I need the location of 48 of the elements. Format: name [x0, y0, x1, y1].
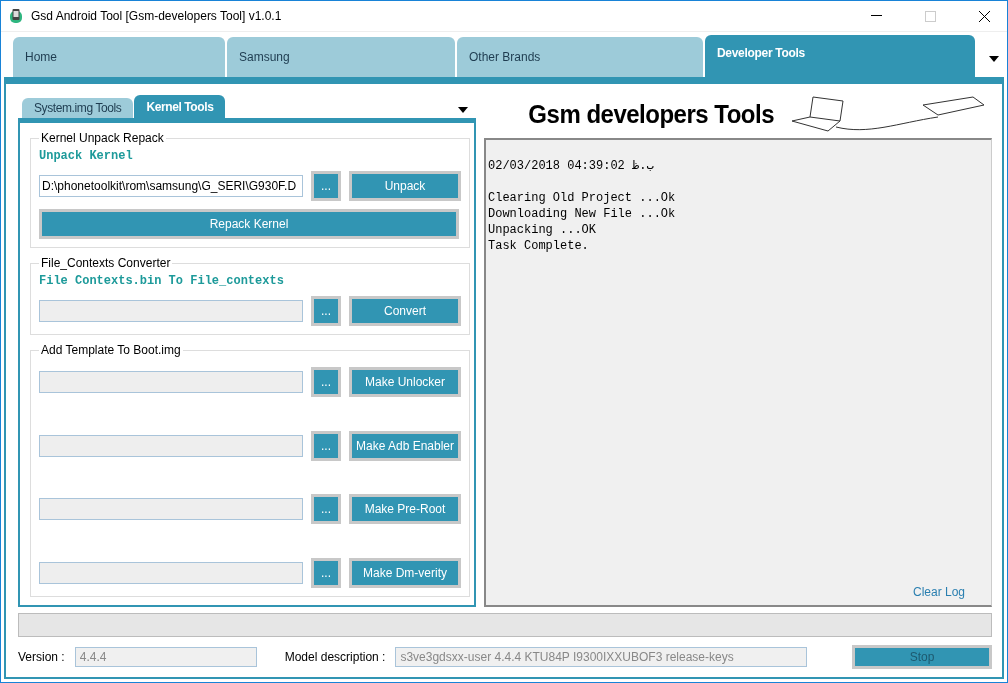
window-title: Gsd Android Tool [Gsm-developers Tool] v1.0.1	[31, 9, 283, 23]
browse-button[interactable]: ...	[311, 296, 341, 326]
group-title: Kernel Unpack Repack	[40, 131, 165, 145]
model-description-field[interactable]: s3ve3gdsxx-user 4.4.4 KTU84P I9300IXXUBOF3 release-keys	[395, 647, 808, 667]
maximize-icon[interactable]	[924, 10, 936, 22]
clear-log-link[interactable]: Clear Log	[912, 585, 965, 599]
group-caption: File Contexts.bin To File_contexts	[39, 274, 285, 288]
path-field[interactable]	[39, 300, 303, 322]
action-button[interactable]: Make Unlocker	[349, 367, 461, 397]
version-label: Version :	[18, 650, 65, 664]
path-field[interactable]	[39, 371, 303, 393]
log-timestamp: 02/03/2018 04:39:02 ب.ظ	[488, 158, 655, 174]
dropdown-caret-icon[interactable]	[458, 107, 468, 113]
path-field[interactable]: D:\phonetoolkit\rom\samsung\G_SERI\G930F.D	[39, 175, 303, 197]
browse-button[interactable]: ...	[311, 171, 341, 201]
path-field[interactable]	[39, 498, 303, 521]
browse-button[interactable]: ...	[311, 430, 341, 461]
action-button[interactable]: Make Dm-verity	[349, 557, 461, 588]
log-line: Downloading New File ...Ok	[488, 206, 677, 222]
action-button[interactable]: Make Adb Enabler	[349, 430, 461, 461]
log-line: Task Complete.	[488, 238, 590, 254]
banner-title: Gsm developers Tools	[528, 98, 774, 130]
log-line: Unpacking ...OK	[488, 222, 598, 238]
action-button[interactable]: Convert	[349, 296, 461, 326]
browse-button[interactable]: ...	[311, 367, 341, 397]
log-line: Clearing Old Project ...Ok	[488, 190, 677, 206]
action-button[interactable]: Make Pre-Root	[349, 494, 461, 525]
browse-button[interactable]: ...	[311, 557, 341, 588]
tab[interactable]: Other Brands	[457, 37, 703, 77]
app-icon	[9, 8, 23, 24]
browse-button[interactable]: ...	[311, 494, 341, 525]
path-field[interactable]	[39, 561, 303, 584]
action-button[interactable]: Unpack	[349, 171, 461, 201]
repack-kernel-button[interactable]: Repack Kernel	[39, 209, 459, 239]
model-description-label: Model description :	[284, 650, 386, 664]
sub-tab[interactable]: System.img Tools	[22, 98, 134, 118]
group-title: Add Template To Boot.img	[40, 343, 182, 357]
tab[interactable]: Developer Tools	[705, 35, 975, 77]
group-title: File_Contexts Converter	[40, 256, 172, 270]
tab[interactable]: Home	[13, 37, 225, 77]
group-caption: Unpack Kernel	[39, 149, 134, 163]
minimize-icon[interactable]	[870, 15, 882, 17]
tab[interactable]: Samsung	[227, 37, 455, 77]
version-field[interactable]: 4.4.4	[74, 647, 257, 667]
sub-tab[interactable]: Kernel Tools	[134, 95, 226, 118]
path-field[interactable]	[39, 434, 303, 457]
dropdown-caret-icon[interactable]	[989, 55, 999, 62]
close-icon[interactable]	[978, 10, 990, 22]
